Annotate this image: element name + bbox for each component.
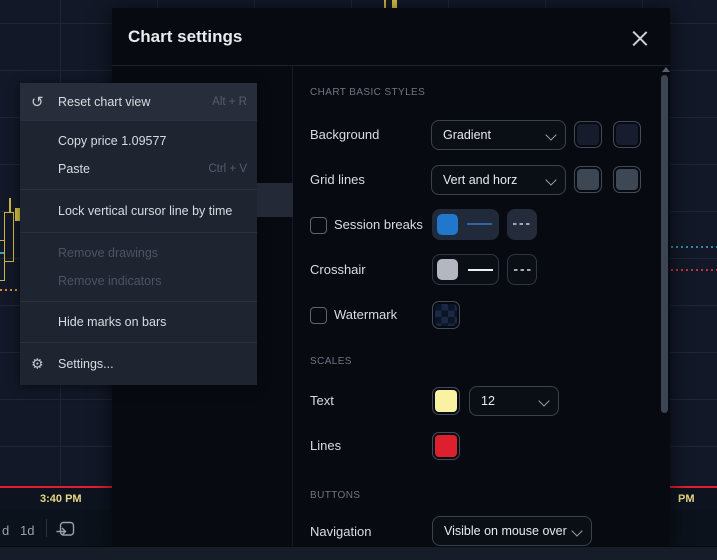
section-chart-basic-styles: CHART BASIC STYLES — [310, 87, 425, 98]
dialog-scrollbar[interactable] — [661, 75, 668, 413]
close-icon[interactable] — [631, 30, 648, 47]
time-axis-label: 3:40 PM — [40, 493, 82, 505]
grid-lines-label: Grid lines — [310, 172, 365, 187]
session-breaks-dash-style-button[interactable] — [507, 209, 537, 240]
status-bar — [0, 546, 717, 560]
dashed-line-icon — [513, 223, 530, 225]
reset-icon: ↺ — [31, 93, 44, 111]
background-color-swatch-1[interactable] — [574, 121, 602, 148]
scroll-up-icon[interactable] — [662, 67, 670, 72]
chart-application: 3:40 PM PM d 1d Chart settings CHART BAS… — [0, 0, 717, 560]
candle-hollow-body — [0, 240, 5, 281]
candle-wick — [9, 198, 11, 213]
gear-icon: ⚙ — [31, 356, 44, 373]
crosshair-line-preview — [468, 269, 493, 271]
background-dropdown[interactable]: Gradient — [431, 120, 566, 150]
background-label: Background — [310, 127, 379, 142]
toolbar-divider — [46, 519, 47, 537]
menu-item-hide-marks-on-bars[interactable]: Hide marks on bars — [20, 308, 257, 336]
grid-color-swatch-2[interactable] — [613, 166, 641, 193]
interval-button-1d[interactable]: 1d — [20, 523, 34, 538]
chevron-down-icon — [571, 525, 582, 536]
menu-item-remove-drawings[interactable]: Remove drawings — [20, 239, 257, 267]
crosshair-label: Crosshair — [310, 262, 366, 277]
dashed-line-icon — [514, 269, 531, 271]
dialog-sidebar-divider — [292, 66, 293, 547]
dotted-price-line — [671, 246, 717, 248]
dialog-title: Chart settings — [128, 27, 242, 47]
session-breaks-label: Session breaks — [334, 217, 423, 232]
interval-button[interactable]: d — [2, 523, 9, 538]
lines-label: Lines — [310, 438, 341, 453]
chart-context-menu: ↺ Reset chart view Alt + R Copy price 1.… — [20, 83, 257, 385]
watermark-checkbox[interactable] — [310, 307, 327, 324]
grid-color-swatch-1[interactable] — [574, 166, 602, 193]
menu-item-remove-indicators[interactable]: Remove indicators — [20, 267, 257, 295]
crosshair-color — [437, 259, 458, 280]
time-axis-label: PM — [678, 493, 695, 505]
candle-wick — [384, 0, 386, 8]
menu-item-settings[interactable]: ⚙ Settings... — [20, 350, 257, 378]
session-breaks-checkbox[interactable] — [310, 217, 327, 234]
watermark-label: Watermark — [334, 307, 397, 322]
shortcut-label: Alt + R — [212, 96, 247, 108]
session-breaks-color — [437, 214, 458, 235]
lines-color-swatch[interactable] — [432, 432, 460, 460]
grid-lines-dropdown[interactable]: Vert and horz — [431, 165, 566, 195]
chevron-down-icon — [545, 174, 556, 185]
text-color-swatch[interactable] — [432, 387, 460, 415]
section-buttons: BUTTONS — [310, 490, 360, 501]
crosshair-dash-style-button[interactable] — [507, 254, 537, 285]
menu-item-lock-vertical-cursor[interactable]: Lock vertical cursor line by time — [20, 197, 257, 225]
menu-item-paste[interactable]: Paste Ctrl + V — [20, 155, 257, 183]
navigation-dropdown[interactable]: Visible on mouse over — [432, 516, 592, 546]
session-breaks-line-preview — [467, 223, 492, 225]
session-breaks-line-picker[interactable] — [432, 209, 499, 240]
dotted-price-line — [671, 269, 717, 271]
candle-hollow-body — [4, 212, 14, 262]
go-to-date-icon[interactable] — [55, 518, 77, 545]
candle-wick — [392, 0, 397, 8]
navigation-label: Navigation — [310, 524, 371, 539]
chevron-down-icon — [545, 129, 556, 140]
section-scales: SCALES — [310, 356, 352, 367]
dotted-price-line — [0, 289, 20, 291]
text-label: Text — [310, 393, 334, 408]
menu-item-reset-chart-view[interactable]: ↺ Reset chart view Alt + R — [20, 83, 257, 120]
price-tick — [0, 252, 4, 254]
crosshair-line-picker[interactable] — [432, 254, 499, 285]
background-color-swatch-2[interactable] — [613, 121, 641, 148]
font-size-dropdown[interactable]: 12 — [469, 386, 559, 416]
menu-highlight-fragment — [257, 183, 293, 217]
dialog-divider — [112, 65, 670, 66]
shortcut-label: Ctrl + V — [208, 163, 247, 175]
chevron-down-icon — [538, 395, 549, 406]
watermark-color-swatch[interactable] — [432, 301, 460, 329]
menu-item-copy-price[interactable]: Copy price 1.09577 — [20, 127, 257, 155]
